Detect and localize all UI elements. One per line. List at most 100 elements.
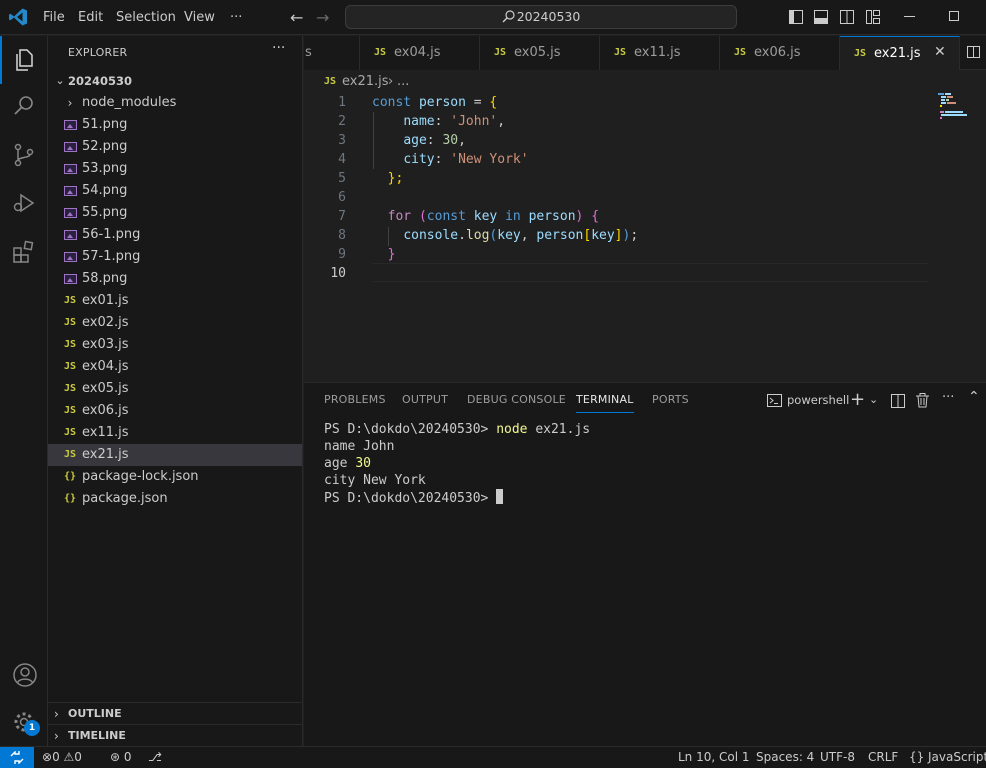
- activity-explorer[interactable]: [0, 36, 48, 84]
- timeline-section-header[interactable]: › TIMELINE: [48, 724, 302, 746]
- explorer-sidebar: EXPLORER ··· ⌄ 20240530 › node_modules 5…: [48, 36, 303, 746]
- tab-partial[interactable]: s: [304, 36, 360, 70]
- terminal-command-arg: ex21.js: [527, 422, 591, 437]
- tree-item-js[interactable]: JS ex04.js: [48, 356, 302, 378]
- code-editor[interactable]: 1 2 3 4 5 6 7 8 9 10 const person = { na…: [304, 93, 986, 381]
- close-tab-icon[interactable]: ✕: [934, 44, 946, 60]
- tree-item-png[interactable]: 52.png: [48, 136, 302, 158]
- tree-item-label: 55.png: [82, 205, 128, 220]
- menu-selection[interactable]: Selection: [116, 0, 176, 35]
- terminal-line-3: age 30: [324, 455, 371, 472]
- breadcrumb-file[interactable]: ex21.js: [342, 71, 389, 93]
- menu-edit[interactable]: Edit: [78, 0, 103, 35]
- indentation-status[interactable]: Spaces: 4: [756, 747, 814, 768]
- tree-item-js[interactable]: JS ex06.js: [48, 400, 302, 422]
- tree-item-node-modules[interactable]: › node_modules: [48, 92, 302, 114]
- panel-tab-ports[interactable]: PORTS: [652, 393, 689, 413]
- debug-status-icon[interactable]: ⎇: [148, 747, 162, 768]
- minimap[interactable]: [938, 93, 986, 381]
- activity-source-control[interactable]: [0, 131, 48, 179]
- tree-item-js[interactable]: JS ex02.js: [48, 312, 302, 334]
- terminal-command: node: [496, 422, 528, 437]
- panel-more-actions-icon[interactable]: ···: [942, 390, 954, 405]
- trash-icon[interactable]: [916, 393, 929, 408]
- terminal-shell-name[interactable]: powershell: [787, 393, 849, 407]
- code-token: in: [505, 209, 521, 224]
- toggle-panel-icon[interactable]: [814, 10, 828, 24]
- tree-item-png[interactable]: 51.png: [48, 114, 302, 136]
- menu-file[interactable]: File: [43, 0, 65, 35]
- eol-status[interactable]: CRLF: [868, 747, 898, 768]
- tree-item-json[interactable]: {} package-lock.json: [48, 466, 302, 488]
- tree-item-label: node_modules: [82, 95, 177, 110]
- chevron-down-icon[interactable]: ⌄: [869, 393, 878, 406]
- cursor-position-status[interactable]: Ln 10, Col 1: [678, 747, 750, 768]
- outline-section-header[interactable]: › OUTLINE: [48, 702, 302, 724]
- activity-search[interactable]: [0, 82, 48, 130]
- chevron-right-icon: ›: [54, 729, 59, 743]
- terminal-icon: [767, 394, 782, 407]
- code-token: for: [387, 209, 412, 224]
- new-terminal-plus-icon[interactable]: +: [850, 389, 865, 410]
- menu-view[interactable]: View: [184, 0, 215, 35]
- window-maximize-button[interactable]: [949, 11, 959, 21]
- language-mode-status[interactable]: JavaScript: [928, 747, 986, 768]
- tree-item-js[interactable]: JS ex01.js: [48, 290, 302, 312]
- nav-back-arrow-icon[interactable]: ←: [290, 8, 303, 27]
- tree-item-png[interactable]: 54.png: [48, 180, 302, 202]
- split-terminal-icon[interactable]: [891, 394, 905, 408]
- activity-bar: 1: [0, 36, 48, 746]
- tree-item-png[interactable]: 55.png: [48, 202, 302, 224]
- activity-extensions[interactable]: [0, 228, 48, 276]
- panel-tab-debug-console[interactable]: DEBUG CONSOLE: [467, 393, 566, 413]
- code-token: console: [403, 228, 459, 243]
- error-count: 0: [52, 750, 60, 764]
- split-editor-icon[interactable]: [967, 46, 980, 58]
- customize-layout-icon[interactable]: [866, 10, 880, 24]
- tree-item-js[interactable]: JS ex11.js: [48, 422, 302, 444]
- manage-badge: 1: [24, 720, 40, 736]
- line-number: 8: [338, 228, 346, 243]
- tab-ex06[interactable]: JS ex06.js: [720, 36, 840, 70]
- tree-item-png[interactable]: 58.png: [48, 268, 302, 290]
- panel-tab-output[interactable]: OUTPUT: [402, 393, 448, 413]
- terminal-output[interactable]: PS D:\dokdo\20240530> node ex21.js name …: [304, 421, 986, 741]
- tree-item-png[interactable]: 53.png: [48, 158, 302, 180]
- panel-tab-terminal[interactable]: TERMINAL: [576, 393, 634, 413]
- window-minimize-button[interactable]: [904, 16, 915, 17]
- js-file-icon: JS: [63, 383, 77, 394]
- code-line-5: };: [372, 169, 404, 188]
- tree-root-folder[interactable]: ⌄ 20240530: [48, 70, 302, 92]
- maximize-panel-chevron-up-icon[interactable]: ⌃: [968, 389, 980, 405]
- js-file-icon: JS: [63, 295, 77, 306]
- problems-status[interactable]: ⊗0 ⚠0: [42, 747, 82, 768]
- tab-ex04[interactable]: JS ex04.js: [360, 36, 480, 70]
- activity-accounts[interactable]: [0, 650, 48, 698]
- explorer-icon: [16, 49, 33, 71]
- nav-forward-arrow-icon[interactable]: →: [316, 8, 329, 27]
- toggle-secondary-sidebar-icon[interactable]: [840, 10, 854, 24]
- toggle-primary-sidebar-icon[interactable]: [789, 10, 803, 24]
- tree-item-js[interactable]: JS ex03.js: [48, 334, 302, 356]
- tab-ex11[interactable]: JS ex11.js: [600, 36, 720, 70]
- command-center-search[interactable]: 20240530: [345, 5, 737, 29]
- run-debug-icon: [13, 193, 35, 213]
- ports-status[interactable]: ⊛ 0: [110, 747, 132, 768]
- explorer-more-actions[interactable]: ···: [272, 40, 285, 56]
- js-file-icon: JS: [63, 405, 77, 416]
- menu-more[interactable]: ···: [230, 0, 242, 35]
- panel-tab-problems[interactable]: PROBLEMS: [324, 393, 386, 413]
- activity-manage[interactable]: 1: [0, 698, 48, 746]
- tree-item-js[interactable]: JS ex05.js: [48, 378, 302, 400]
- tree-item-js-selected[interactable]: JS ex21.js: [48, 444, 302, 466]
- tree-item-json[interactable]: {} package.json: [48, 488, 302, 510]
- tab-ex05[interactable]: JS ex05.js: [480, 36, 600, 70]
- tree-item-png[interactable]: 56-1.png: [48, 224, 302, 246]
- bottom-panel: PROBLEMS OUTPUT DEBUG CONSOLE TERMINAL P…: [304, 382, 986, 746]
- tree-item-png[interactable]: 57-1.png: [48, 246, 302, 268]
- remote-indicator-button[interactable]: [0, 747, 34, 768]
- warning-count: 0: [74, 750, 82, 764]
- breadcrumb-rest[interactable]: ...: [397, 71, 409, 93]
- activity-run-debug[interactable]: [0, 179, 48, 227]
- encoding-status[interactable]: UTF-8: [820, 747, 855, 768]
